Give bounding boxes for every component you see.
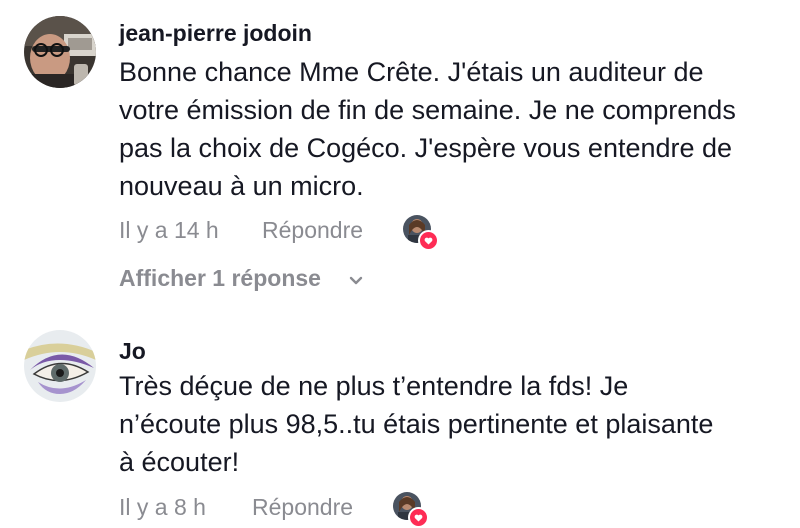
liked-by-creator-badge	[393, 492, 429, 528]
heart-icon	[408, 507, 429, 528]
reply-button[interactable]: Répondre	[262, 217, 363, 244]
comment-text-line: pas la choix de Cogéco. J'espère vous en…	[119, 133, 733, 163]
chevron-down-icon	[347, 268, 365, 295]
heart-icon	[418, 230, 439, 251]
user-photo-avatar-icon	[24, 16, 96, 88]
comment-text: Très déçue de ne plus t’entendre la fds!…	[119, 367, 799, 481]
comment-text-line: votre émission de fin de semaine. Je ne …	[119, 95, 736, 125]
comment-timestamp: Il y a 14 h	[119, 217, 219, 243]
comment-text-line: Bonne chance Mme Crête. J'étais un audit…	[119, 57, 704, 87]
comment-username[interactable]: Jo	[119, 338, 146, 365]
comment-text: Bonne chance Mme Crête. J'étais un audit…	[119, 53, 799, 205]
comment-text-line: à écouter!	[119, 447, 240, 477]
comment-username[interactable]: jean-pierre jodoin	[119, 20, 312, 47]
comment-text-line: Très déçue de ne plus t’entendre la fds!…	[119, 371, 629, 401]
comment-text-line: n’écoute plus 98,5..tu étais pertinente …	[119, 409, 714, 439]
comment-text-line: nouveau à un micro.	[119, 171, 364, 201]
comment-timestamp: Il y a 8 h	[119, 494, 206, 520]
eye-painting-avatar-icon	[24, 330, 96, 402]
user-avatar[interactable]	[24, 330, 96, 402]
user-avatar[interactable]	[24, 16, 96, 88]
reply-button[interactable]: Répondre	[252, 494, 353, 521]
liked-by-creator-badge	[403, 215, 439, 251]
view-replies-label: Afficher 1 réponse	[119, 265, 321, 291]
